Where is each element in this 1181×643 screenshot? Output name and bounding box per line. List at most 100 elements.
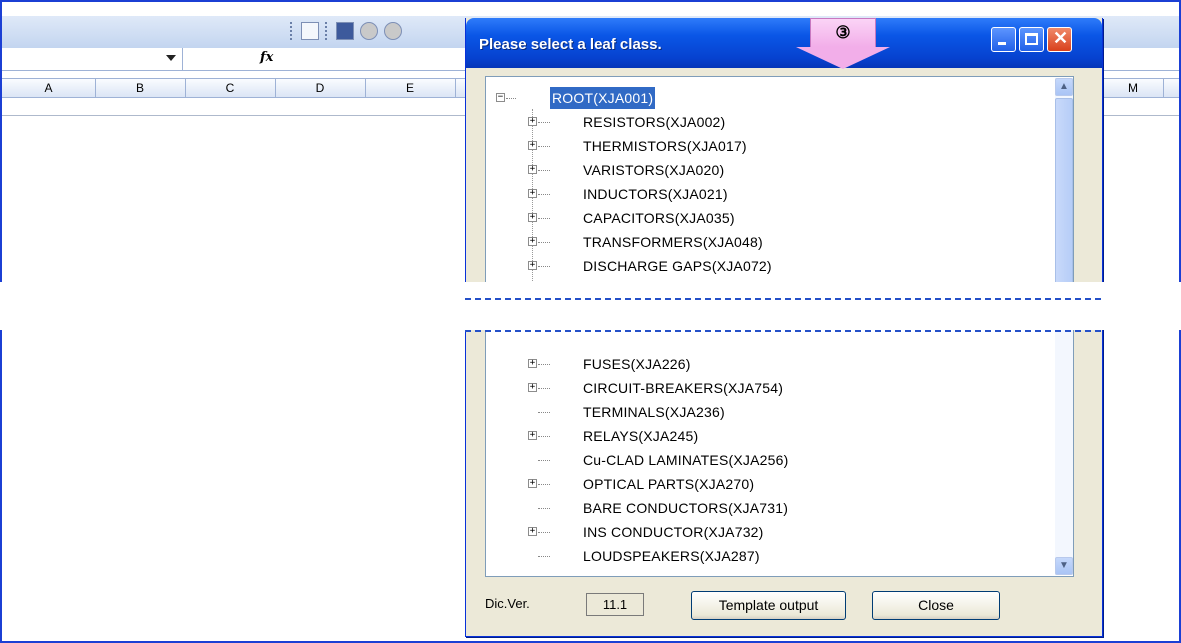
- collapse-icon[interactable]: −: [496, 93, 505, 102]
- expand-icon[interactable]: +: [528, 479, 537, 488]
- column-header-m[interactable]: M: [1102, 79, 1164, 97]
- tree-connector: [538, 170, 550, 171]
- dialog-title: Please select a leaf class.: [479, 36, 662, 53]
- tree-connector: [506, 98, 516, 99]
- tear-line-top: [465, 298, 1101, 300]
- scroll-thumb[interactable]: [1055, 98, 1073, 306]
- tree-connector: [538, 556, 550, 557]
- callout-arrow-icon: [796, 47, 890, 69]
- tree-item-label[interactable]: TRANSFORMERS(XJA048): [583, 231, 763, 253]
- expand-icon[interactable]: +: [528, 213, 537, 222]
- tree-item-label[interactable]: VARISTORS(XJA020): [583, 159, 724, 181]
- tree-item-label[interactable]: LOUDSPEAKERS(XJA287): [583, 545, 760, 567]
- close-button[interactable]: Close: [872, 591, 1000, 620]
- tree-item-label[interactable]: BARE CONDUCTORS(XJA731): [583, 497, 788, 519]
- tree-item-label[interactable]: DISCHARGE GAPS(XJA072): [583, 255, 772, 277]
- name-box[interactable]: [2, 48, 183, 70]
- expand-icon[interactable]: +: [528, 359, 537, 368]
- minimize-icon: [998, 42, 1006, 45]
- column-header-e[interactable]: E: [365, 79, 456, 97]
- separator-icon: [325, 22, 330, 40]
- tree-item[interactable]: + RESISTORS(XJA002): [486, 111, 1046, 133]
- dialog-titlebar[interactable]: Please select a leaf class. ✕: [466, 18, 1102, 68]
- tree-connector: [538, 460, 550, 461]
- tree-item-label[interactable]: CIRCUIT-BREAKERS(XJA754): [583, 377, 783, 399]
- dic-version-label: Dic.Ver.: [485, 596, 530, 611]
- tree-connector: [538, 508, 550, 509]
- tree-item[interactable]: + OPTICAL PARTS(XJA270): [486, 473, 1046, 495]
- tree-item-label[interactable]: FUSES(XJA226): [583, 353, 691, 375]
- fx-icon[interactable]: fx: [260, 50, 273, 65]
- tree-item[interactable]: TERMINALS(XJA236): [486, 401, 1046, 423]
- tree-connector: [538, 266, 550, 267]
- step-callout: ③: [810, 18, 876, 48]
- tear-line-bottom: [465, 330, 1101, 332]
- tree-item[interactable]: + INS CONDUCTOR(XJA732): [486, 521, 1046, 543]
- expand-icon[interactable]: +: [528, 189, 537, 198]
- tree-item[interactable]: + FUSES(XJA226): [486, 353, 1046, 375]
- tree-item[interactable]: BARE CONDUCTORS(XJA731): [486, 497, 1046, 519]
- expand-icon[interactable]: +: [528, 117, 537, 126]
- tree-item[interactable]: + INDUCTORS(XJA021): [486, 183, 1046, 205]
- expand-icon[interactable]: +: [528, 431, 537, 440]
- minimize-button[interactable]: [991, 27, 1016, 52]
- tree-item-label[interactable]: RESISTORS(XJA002): [583, 111, 725, 133]
- expand-icon[interactable]: +: [528, 383, 537, 392]
- expand-icon[interactable]: +: [528, 527, 537, 536]
- tree-connector: [538, 412, 550, 413]
- column-header-d[interactable]: D: [275, 79, 366, 97]
- tree-item[interactable]: + RELAYS(XJA245): [486, 425, 1046, 447]
- maximize-icon: [1025, 33, 1038, 45]
- maximize-button[interactable]: [1019, 27, 1044, 52]
- tree-item-label[interactable]: CAPACITORS(XJA035): [583, 207, 735, 229]
- tree-connector: [538, 364, 550, 365]
- tree-item-label[interactable]: THERMISTORS(XJA017): [583, 135, 747, 157]
- tree-item[interactable]: + CIRCUIT-BREAKERS(XJA754): [486, 377, 1046, 399]
- tree-item[interactable]: LOUDSPEAKERS(XJA287): [486, 545, 1046, 567]
- column-header-b[interactable]: B: [95, 79, 186, 97]
- scroll-down-icon[interactable]: ▼: [1055, 557, 1073, 575]
- toolbar-grip-icon[interactable]: [290, 22, 295, 40]
- close-window-button[interactable]: ✕: [1047, 27, 1072, 52]
- scroll-up-icon[interactable]: ▲: [1055, 78, 1073, 96]
- expand-icon[interactable]: +: [528, 237, 537, 246]
- tree-connector: [538, 436, 550, 437]
- screenshot-tear-gap: [0, 282, 1181, 330]
- tree-root-label[interactable]: ROOT(XJA001): [550, 87, 656, 109]
- tree-connector: [538, 484, 550, 485]
- tree-item-label[interactable]: INDUCTORS(XJA021): [583, 183, 728, 205]
- tree-item[interactable]: Cu-CLAD LAMINATES(XJA256): [486, 449, 1046, 471]
- tree-item[interactable]: + THERMISTORS(XJA017): [486, 135, 1046, 157]
- tree-item-label[interactable]: Cu-CLAD LAMINATES(XJA256): [583, 449, 788, 471]
- tree-item[interactable]: + VARISTORS(XJA020): [486, 159, 1046, 181]
- tree-connector: [538, 122, 550, 123]
- tree-connector: [538, 388, 550, 389]
- contrast-icon[interactable]: [360, 22, 378, 40]
- expand-icon[interactable]: +: [528, 141, 537, 150]
- dialog-footer: Dic.Ver. 11.1 Template output Close: [466, 584, 1102, 624]
- expand-icon[interactable]: +: [528, 261, 537, 270]
- expand-icon[interactable]: +: [528, 165, 537, 174]
- close-icon: ✕: [1053, 28, 1069, 48]
- tree-item[interactable]: + DISCHARGE GAPS(XJA072): [486, 255, 1046, 277]
- dic-version-value: 11.1: [586, 593, 644, 616]
- tree-connector: [538, 194, 550, 195]
- name-box-dropdown-icon[interactable]: [166, 55, 176, 61]
- tree-item[interactable]: + TRANSFORMERS(XJA048): [486, 231, 1046, 253]
- tree-item-label[interactable]: INS CONDUCTOR(XJA732): [583, 521, 764, 543]
- brightness-icon[interactable]: [384, 22, 402, 40]
- tree-item-label[interactable]: RELAYS(XJA245): [583, 425, 698, 447]
- column-header-c[interactable]: C: [185, 79, 276, 97]
- tree-item[interactable]: + CAPACITORS(XJA035): [486, 207, 1046, 229]
- tree-item-label[interactable]: OPTICAL PARTS(XJA270): [583, 473, 754, 495]
- tree-connector: [538, 242, 550, 243]
- tree-connector: [538, 532, 550, 533]
- insert-picture-icon[interactable]: [301, 22, 319, 40]
- tree-connector: [538, 146, 550, 147]
- tree-root-row[interactable]: − ROOT(XJA001): [486, 87, 1046, 109]
- template-output-button[interactable]: Template output: [691, 591, 846, 620]
- tree-item-label[interactable]: TERMINALS(XJA236): [583, 401, 725, 423]
- color-picture-icon[interactable]: [336, 22, 354, 40]
- tree-connector: [538, 218, 550, 219]
- column-header-a[interactable]: A: [2, 79, 96, 97]
